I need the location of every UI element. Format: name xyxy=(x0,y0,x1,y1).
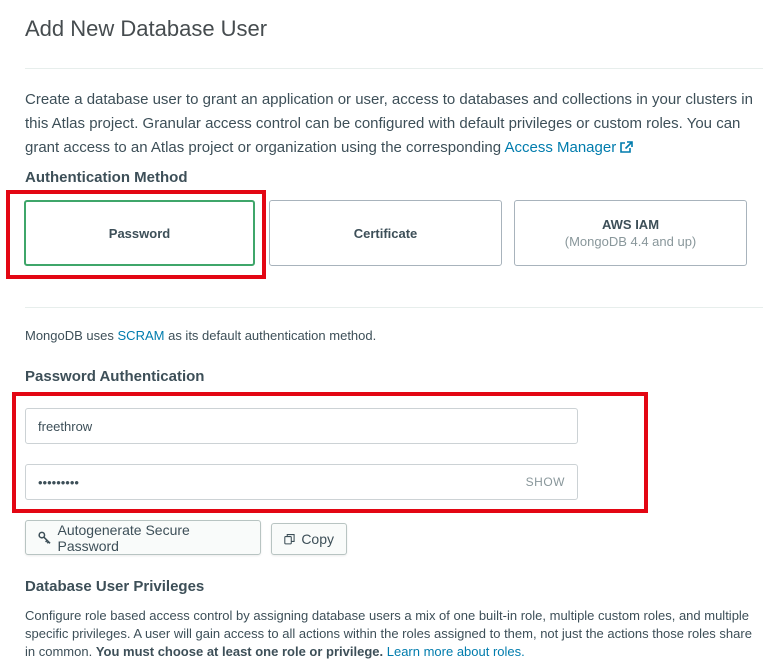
intro-text: Create a database user to grant an appli… xyxy=(25,91,753,156)
access-manager-link-label: Access Manager xyxy=(504,139,617,156)
password-auth-heading: Password Authentication xyxy=(25,368,205,385)
password-field[interactable]: ••••••••• SHOW xyxy=(25,464,578,500)
scram-link[interactable]: SCRAM xyxy=(118,328,165,343)
external-link-icon xyxy=(620,141,633,153)
username-value: freethrow xyxy=(38,418,93,434)
access-manager-link[interactable]: Access Manager xyxy=(504,139,633,156)
privileges-heading: Database User Privileges xyxy=(25,578,205,595)
autogenerate-password-button[interactable]: Autogenerate Secure Password xyxy=(25,520,261,555)
page-title: Add New Database User xyxy=(25,16,268,41)
auth-option-certificate[interactable]: Certificate xyxy=(269,200,502,266)
copy-icon xyxy=(284,534,295,545)
copy-label: Copy xyxy=(301,531,334,547)
copy-button[interactable]: Copy xyxy=(271,523,347,555)
auth-option-aws-iam[interactable]: AWS IAM (MongoDB 4.4 and up) xyxy=(514,200,747,266)
auth-option-sublabel: (MongoDB 4.4 and up) xyxy=(564,234,697,249)
autogenerate-label: Autogenerate Secure Password xyxy=(57,521,190,554)
privileges-bold-text: You must choose at least one role or pri… xyxy=(95,644,384,659)
password-value: ••••••••• xyxy=(38,474,79,490)
privileges-description: Configure role based access control by a… xyxy=(25,607,765,661)
scram-prefix: MongoDB uses xyxy=(25,328,114,343)
learn-more-roles-link[interactable]: Learn more about roles. xyxy=(387,644,525,659)
divider xyxy=(25,68,763,69)
auth-option-label: Certificate xyxy=(353,225,418,241)
auth-option-password[interactable]: Password xyxy=(24,200,255,266)
auth-method-heading: Authentication Method xyxy=(25,169,188,186)
divider xyxy=(25,307,763,308)
intro-paragraph: Create a database user to grant an appli… xyxy=(25,88,765,160)
scram-suffix: as its default authentication method. xyxy=(168,328,377,343)
auth-option-label: Password xyxy=(108,225,171,241)
show-password-toggle[interactable]: SHOW xyxy=(526,475,565,489)
scram-note: MongoDB uses SCRAM as its default authen… xyxy=(25,328,376,343)
key-icon xyxy=(38,531,51,544)
auth-option-label: AWS IAM xyxy=(601,217,660,232)
username-field[interactable]: freethrow xyxy=(25,408,578,444)
